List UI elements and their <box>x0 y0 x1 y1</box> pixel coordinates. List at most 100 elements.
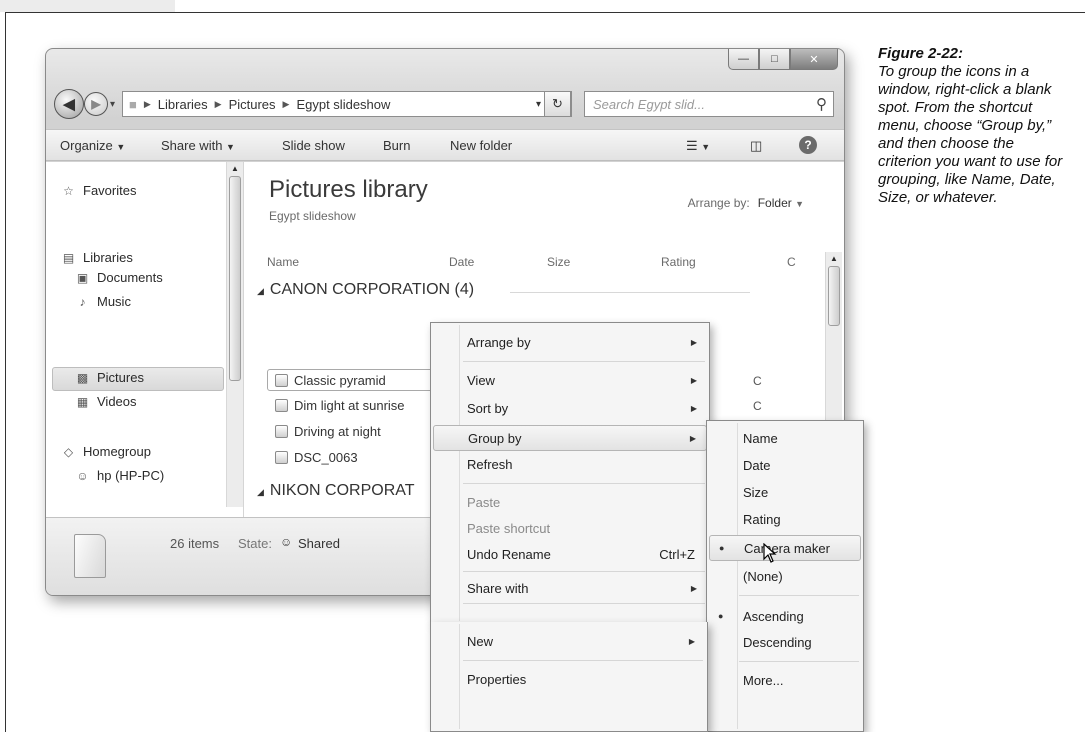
back-button[interactable]: ◀ <box>54 89 84 119</box>
refresh-button[interactable]: ↻ <box>544 91 571 117</box>
file-name: Dim light at sunrise <box>294 398 405 413</box>
page-tab <box>0 0 175 12</box>
submenu-item-name[interactable]: Name <box>709 425 861 451</box>
menu-label: Undo Rename <box>467 546 551 562</box>
nav-item-pictures[interactable]: ▩ Pictures <box>74 370 144 385</box>
documents-icon: ▣ <box>76 270 89 285</box>
group-header-nikon[interactable]: ◢ NIKON CORPORAT <box>257 482 415 500</box>
submenu-item-none[interactable]: (None) <box>709 563 861 589</box>
nav-label: Libraries <box>83 250 133 265</box>
menu-item-share-with[interactable]: Share with ▶ <box>433 575 707 601</box>
menu-item-new[interactable]: New ▶ <box>433 628 705 654</box>
close-icon: ✕ <box>809 53 819 66</box>
breadcrumb-separator-icon: ▶ <box>214 98 222 109</box>
arrange-by-control[interactable]: Arrange by: Folder ▼ <box>688 196 804 210</box>
menu-label: New <box>467 633 494 649</box>
menu-shortcut: Ctrl+Z <box>659 546 695 562</box>
nav-item-hp-pc[interactable]: ☺ hp (HP-PC) <box>74 468 164 483</box>
breadcrumb-libraries[interactable]: Libraries <box>158 97 208 112</box>
menu-item-refresh[interactable]: Refresh <box>433 451 707 477</box>
search-placeholder: Search Egypt slid... <box>593 97 705 112</box>
nav-item-videos[interactable]: ▦ Videos <box>74 394 137 409</box>
menu-item-properties[interactable]: Properties <box>433 666 705 692</box>
breadcrumb-separator-icon: ▶ <box>143 98 151 109</box>
scroll-up-icon[interactable]: ▲ <box>231 164 239 173</box>
submenu-arrow-icon: ▶ <box>688 636 695 646</box>
menu-item-paste-shortcut[interactable]: Paste shortcut <box>433 515 707 541</box>
breadcrumb-pictures[interactable]: Pictures <box>229 97 276 112</box>
change-view-button[interactable]: ☰ ▼ <box>686 138 710 154</box>
minimize-button[interactable]: — <box>728 49 759 70</box>
column-header-size[interactable]: Size <box>547 255 570 269</box>
column-header-rating[interactable]: Rating <box>661 255 696 269</box>
scroll-up-icon[interactable]: ▲ <box>830 254 838 263</box>
navpane-scrollbar[interactable]: ▲ <box>226 162 243 507</box>
radio-bullet-icon: ● <box>718 611 724 621</box>
organize-button[interactable]: Organize ▼ <box>60 138 125 153</box>
menu-separator <box>463 571 705 572</box>
maximize-icon: □ <box>771 53 778 65</box>
navpane-scroll-thumb[interactable] <box>229 176 241 381</box>
close-button[interactable]: ✕ <box>790 49 838 70</box>
nav-label: Music <box>97 294 131 309</box>
nav-item-documents[interactable]: ▣ Documents <box>74 270 163 285</box>
help-button[interactable]: ? <box>799 136 817 154</box>
file-row[interactable]: Dim light at sunrise <box>275 398 405 413</box>
submenu-item-more[interactable]: More... <box>709 667 861 693</box>
file-row[interactable]: DSC_0063 <box>275 450 358 465</box>
menu-item-undo-rename[interactable]: Undo Rename Ctrl+Z <box>433 541 707 567</box>
filelist-scroll-thumb[interactable] <box>828 266 840 326</box>
submenu-item-size[interactable]: Size <box>709 479 861 505</box>
recent-pages-dropdown[interactable]: ▾ <box>110 99 115 110</box>
submenu-item-descending[interactable]: Descending <box>709 629 861 655</box>
collapse-triangle-icon: ◢ <box>257 286 264 296</box>
file-name: Driving at night <box>294 424 381 439</box>
slide-show-button[interactable]: Slide show <box>282 138 345 153</box>
column-header-date[interactable]: Date <box>449 255 474 269</box>
menu-item-view[interactable]: View ▶ <box>433 367 707 393</box>
submenu-arrow-icon: ▶ <box>690 375 697 385</box>
image-file-icon <box>275 374 288 387</box>
submenu-item-camera-maker[interactable]: ● Camera maker <box>709 535 861 561</box>
maximize-button[interactable]: □ <box>759 49 790 70</box>
nav-item-homegroup[interactable]: ◇ Homegroup <box>60 444 151 459</box>
nav-label: Favorites <box>83 183 137 198</box>
address-dropdown-icon[interactable]: ▾ <box>536 99 541 110</box>
nav-item-music[interactable]: ♪ Music <box>74 294 131 309</box>
nav-item-favorites[interactable]: ☆ Favorites <box>60 183 136 198</box>
search-icon[interactable]: ⚲ <box>816 95 827 113</box>
pictures-icon: ▩ <box>76 370 89 385</box>
preview-pane-button[interactable]: ◫ <box>750 138 762 154</box>
file-row[interactable]: Classic pyramid <box>275 373 386 388</box>
new-folder-button[interactable]: New folder <box>450 138 512 153</box>
share-with-button[interactable]: Share with ▼ <box>161 138 235 153</box>
nav-item-libraries[interactable]: ▤ Libraries <box>60 250 133 265</box>
breadcrumb-egypt-slideshow[interactable]: Egypt slideshow <box>296 97 390 112</box>
menu-item-sort-by[interactable]: Sort by ▶ <box>433 395 707 421</box>
burn-button[interactable]: Burn <box>383 138 410 153</box>
search-input[interactable]: Search Egypt slid... ⚲ <box>584 91 834 117</box>
arrange-by-label: Arrange by: <box>687 196 750 210</box>
submenu-item-ascending[interactable]: ● Ascending <box>709 603 861 629</box>
forward-arrow-icon: ▶ <box>91 97 101 111</box>
breadcrumb-separator-icon: ▶ <box>282 98 290 109</box>
menu-label: Rating <box>743 511 781 527</box>
help-icon: ? <box>804 138 812 152</box>
address-bar[interactable]: ■ ▶ Libraries ▶ Pictures ▶ Egypt slidesh… <box>122 91 572 117</box>
menu-item-group-by[interactable]: Group by ▶ <box>433 425 707 451</box>
forward-button[interactable]: ▶ <box>84 92 108 116</box>
menu-separator <box>463 660 703 661</box>
submenu-item-date[interactable]: Date <box>709 452 861 478</box>
column-header-name[interactable]: Name <box>267 255 299 269</box>
menu-item-arrange-by[interactable]: Arrange by ▶ <box>433 329 707 355</box>
column-header-c[interactable]: C <box>787 255 796 269</box>
submenu-item-rating[interactable]: Rating <box>709 506 861 532</box>
group-header-canon[interactable]: ◢ CANON CORPORATION (4) <box>257 281 474 299</box>
window-controls: — □ ✕ <box>728 49 838 70</box>
radio-bullet-icon: ● <box>719 543 725 553</box>
file-row[interactable]: Driving at night <box>275 424 381 439</box>
menu-label: Paste shortcut <box>467 520 551 536</box>
menu-item-paste[interactable]: Paste <box>433 489 707 515</box>
file-name: Classic pyramid <box>294 373 386 388</box>
file-name: DSC_0063 <box>294 450 358 465</box>
